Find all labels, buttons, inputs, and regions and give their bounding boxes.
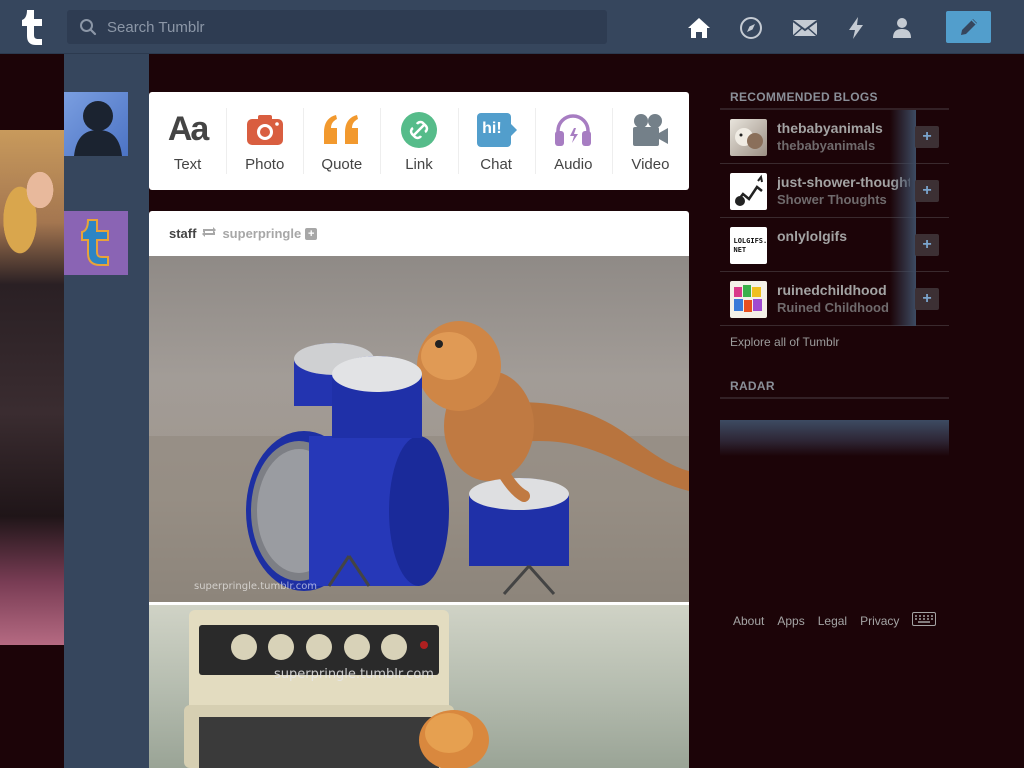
follow-blog-button[interactable]: + — [915, 234, 939, 256]
reblog-icon — [201, 226, 217, 241]
camera-icon — [245, 110, 285, 150]
post-type-audio[interactable]: Audio — [534, 92, 612, 190]
photo-watermark: superpringle.tumblr.com — [274, 667, 434, 682]
footer-link-apps[interactable]: Apps — [777, 614, 804, 628]
blog-avatar[interactable] — [730, 173, 767, 210]
footer-link-about[interactable]: About — [733, 614, 764, 628]
follow-blog-button[interactable]: + — [915, 126, 939, 148]
search-bar[interactable] — [67, 10, 607, 44]
post-type-label: Photo — [245, 155, 285, 173]
post-photo-lizard-amp[interactable]: superpringle.tumblr.com — [149, 605, 689, 768]
post-type-bar: Aa Text Photo Quote Link hi! Chat Audio — [149, 92, 689, 190]
top-bar — [0, 0, 1024, 54]
chat-icon: hi! — [476, 110, 518, 150]
text-icon: Aa — [167, 110, 209, 148]
inbox-icon[interactable] — [792, 15, 818, 41]
post-type-label: Link — [405, 155, 433, 173]
dashboard-column — [64, 54, 149, 768]
footer-link-legal[interactable]: Legal — [818, 614, 847, 628]
post-type-chat[interactable]: hi! Chat — [457, 92, 535, 190]
blog-avatar[interactable]: LOLGIFS. NET — [730, 227, 767, 264]
post-type-label: Chat — [480, 155, 512, 173]
follow-blog-button[interactable]: + — [915, 180, 939, 202]
search-icon — [80, 19, 97, 36]
explore-all-link[interactable]: Explore all of Tumblr — [730, 335, 839, 349]
divider — [720, 397, 949, 399]
footer-link-privacy[interactable]: Privacy — [860, 614, 899, 628]
explore-icon[interactable] — [738, 15, 764, 41]
user-avatar[interactable] — [64, 92, 128, 156]
photo-watermark: superpringle.tumblr.com — [194, 581, 318, 592]
recommended-blogs-title: RECOMMENDED BLOGS — [730, 90, 878, 104]
follow-source-button[interactable]: + — [305, 227, 318, 240]
fade-overlay — [890, 218, 916, 272]
pencil-icon — [960, 19, 977, 35]
post-type-label: Text — [173, 155, 202, 173]
recommended-blogs-list: thebabyanimals thebabyanimals + just-sho… — [720, 110, 949, 326]
post-type-text[interactable]: Aa Text — [149, 92, 226, 190]
tumblr-logo-icon[interactable] — [17, 7, 49, 47]
post-photo-lizard-drums[interactable]: superpringle.tumblr.com — [149, 256, 689, 602]
blog-avatar[interactable] — [730, 119, 767, 156]
dashboard-post: staff superpringle + superpringle.tumblr… — [149, 211, 689, 768]
post-type-quote[interactable]: Quote — [303, 92, 380, 190]
quote-icon — [322, 110, 362, 150]
radar-post-preview[interactable] — [720, 420, 949, 456]
headphones-icon — [553, 110, 593, 150]
post-type-label: Video — [631, 155, 670, 173]
post-type-label: Quote — [321, 155, 363, 173]
fade-overlay — [890, 164, 916, 218]
footer-links: About Apps Legal Privacy — [733, 612, 937, 629]
search-input[interactable] — [107, 18, 587, 36]
post-type-photo[interactable]: Photo — [226, 92, 303, 190]
compose-button[interactable] — [946, 11, 991, 43]
radar-title: RADAR — [730, 379, 775, 393]
blog-avatar[interactable] — [730, 281, 767, 318]
background-photo — [0, 130, 64, 645]
fade-overlay — [890, 110, 916, 164]
staff-avatar[interactable] — [64, 211, 128, 275]
recommended-blog-item[interactable]: just-shower-thoughts Shower Thoughts + — [720, 164, 949, 218]
post-type-video[interactable]: Video — [611, 92, 689, 190]
video-camera-icon — [630, 110, 670, 150]
post-source-link[interactable]: superpringle — [222, 226, 301, 241]
post-type-link[interactable]: Link — [380, 92, 457, 190]
follow-blog-button[interactable]: + — [915, 288, 939, 310]
activity-icon[interactable] — [843, 15, 869, 41]
recommended-blog-item[interactable]: ruinedchildhood Ruined Childhood + — [720, 272, 949, 326]
recommended-blog-item[interactable]: thebabyanimals thebabyanimals + — [720, 110, 949, 164]
post-author-link[interactable]: staff — [169, 226, 196, 241]
home-icon[interactable] — [686, 15, 712, 41]
post-header: staff superpringle + — [149, 211, 689, 256]
recommended-blog-item[interactable]: LOLGIFS. NET onlylolgifs + — [720, 218, 949, 272]
fade-overlay — [890, 272, 916, 326]
link-icon — [399, 110, 439, 150]
account-icon[interactable] — [889, 15, 915, 41]
keyboard-shortcuts-icon[interactable] — [912, 612, 937, 629]
post-type-label: Audio — [554, 155, 593, 173]
